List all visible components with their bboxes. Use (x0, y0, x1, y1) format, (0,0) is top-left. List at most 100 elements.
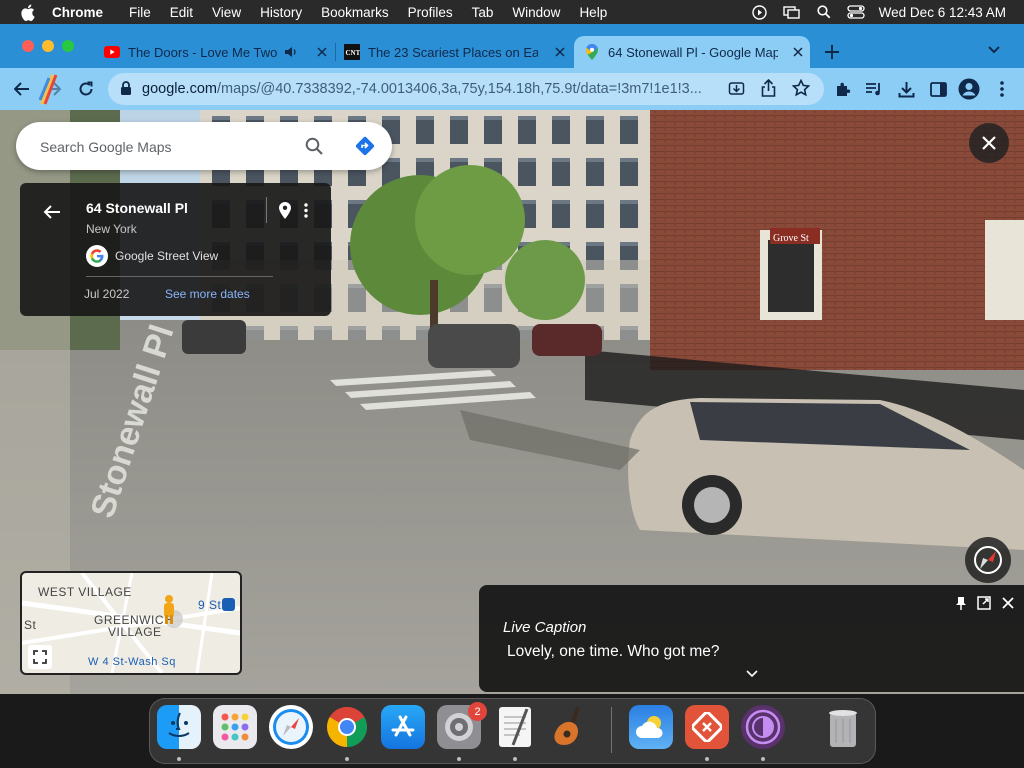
url-host: google.com (142, 81, 217, 97)
running-indicator (761, 757, 765, 761)
back-button[interactable] (11, 78, 33, 100)
audio-playing-icon[interactable] (284, 45, 298, 62)
tab-title: The Doors - Love Me Two Times (128, 44, 278, 60)
trash-icon[interactable] (821, 705, 865, 749)
profile-avatar-icon[interactable] (958, 78, 980, 100)
site-info-lock-icon[interactable] (120, 81, 132, 101)
directions-icon[interactable] (353, 134, 377, 158)
tab-title: 64 Stonewall Pl - Google Maps (608, 44, 778, 60)
play-status-icon[interactable] (751, 4, 769, 20)
new-tab-button[interactable] (818, 38, 846, 66)
expand-caption-icon[interactable] (976, 595, 992, 611)
running-indicator (705, 757, 709, 761)
menu-window[interactable]: Window (512, 5, 560, 20)
live-caption-text: Lovely, one time. Who got me? (507, 643, 720, 660)
textedit-icon[interactable] (493, 705, 537, 749)
tab-title: The 23 Scariest Places on Earth (368, 44, 538, 60)
extensions-puzzle-icon[interactable] (831, 78, 853, 100)
chrome-theme-brush-icon (38, 72, 60, 106)
dock-separator (611, 707, 612, 753)
close-caption-icon[interactable] (1000, 595, 1016, 611)
tab-close-icon[interactable] (314, 44, 330, 60)
screen-mirroring-icon[interactable] (783, 5, 801, 19)
tab-google-maps[interactable]: 64 Stonewall Pl - Google Maps (574, 36, 810, 68)
menu-app-name[interactable]: Chrome (52, 5, 103, 20)
side-panel-icon[interactable] (927, 78, 949, 100)
maps-search-box[interactable]: Search Google Maps (16, 122, 392, 170)
search-input[interactable]: Search Google Maps (40, 139, 172, 155)
tab-youtube[interactable]: The Doors - Love Me Two Times (96, 36, 334, 68)
running-indicator (345, 757, 349, 761)
map-label-west-village: WEST VILLAGE (38, 585, 132, 599)
menu-edit[interactable]: Edit (170, 5, 193, 20)
place-name: 64 Stonewall Pl (86, 200, 188, 216)
launchpad-icon[interactable] (213, 705, 257, 749)
pin-icon[interactable] (953, 595, 969, 611)
tab-cnt[interactable]: CNT The 23 Scariest Places on Earth (336, 36, 572, 68)
map-label-village: VILLAGE (108, 625, 162, 639)
google-g-icon (86, 245, 108, 267)
menu-bookmarks[interactable]: Bookmarks (321, 5, 389, 20)
more-options-icon[interactable] (298, 199, 314, 221)
menu-profiles[interactable]: Profiles (408, 5, 453, 20)
window-minimize-button[interactable] (42, 40, 54, 52)
mini-map[interactable]: WEST VILLAGE GREENWICH VILLAGE 9 St St W… (20, 571, 242, 675)
menubar-clock[interactable]: Wed Dec 6 12:43 AM (879, 5, 1006, 20)
install-app-icon[interactable] (728, 80, 745, 102)
menu-file[interactable]: File (129, 5, 151, 20)
microsoft-remote-desktop-icon[interactable] (685, 705, 729, 749)
window-close-button[interactable] (22, 40, 34, 52)
search-icon[interactable] (303, 135, 325, 157)
tab-close-icon[interactable] (552, 44, 568, 60)
place-city: New York (86, 222, 137, 236)
reload-button[interactable] (75, 78, 97, 100)
media-controls-icon[interactable] (863, 78, 885, 100)
weather-icon[interactable] (629, 705, 673, 749)
bookmark-star-icon[interactable] (791, 78, 811, 102)
close-street-view-button[interactable] (969, 123, 1009, 163)
street-view-info-card: 64 Stonewall Pl New York Google Street V… (20, 183, 331, 316)
chrome-menu-icon[interactable] (991, 78, 1013, 100)
tab-close-icon[interactable] (790, 44, 806, 60)
youtube-icon (104, 44, 120, 60)
address-url[interactable]: google.com/maps/@40.7338392,-74.0013406,… (142, 81, 722, 97)
app-store-icon[interactable] (381, 705, 425, 749)
window-zoom-button[interactable] (62, 40, 74, 52)
downloads-icon[interactable] (895, 78, 917, 100)
safari-icon[interactable] (269, 705, 313, 749)
expand-map-icon[interactable] (28, 645, 52, 669)
notification-badge: 2 (468, 702, 487, 721)
live-caption-panel: Live Caption Lovely, one time. Who got m… (479, 585, 1024, 692)
card-divider (86, 276, 273, 277)
share-icon[interactable] (761, 78, 776, 102)
menu-help[interactable]: Help (579, 5, 607, 20)
see-more-dates-link[interactable]: See more dates (165, 287, 250, 301)
menu-view[interactable]: View (212, 5, 241, 20)
garageband-icon[interactable] (549, 705, 593, 749)
menu-history[interactable]: History (260, 5, 302, 20)
capture-date: Jul 2022 (84, 287, 130, 301)
apple-menu-icon[interactable] (18, 3, 36, 21)
live-caption-title: Live Caption (503, 619, 587, 636)
spotlight-search-icon[interactable] (815, 5, 833, 19)
compass-icon[interactable] (965, 537, 1011, 583)
control-center-icon[interactable] (847, 5, 865, 19)
imagery-source: Google Street View (86, 245, 218, 267)
google-chrome-icon[interactable] (325, 705, 369, 749)
map-pin-icon[interactable] (276, 199, 294, 221)
pegman-icon[interactable] (162, 595, 176, 630)
menu-tab[interactable]: Tab (472, 5, 494, 20)
tab-search-chevron-icon[interactable] (984, 40, 1004, 60)
chevron-down-icon[interactable] (745, 667, 759, 681)
address-bar[interactable]: google.com/maps/@40.7338392,-74.0013406,… (108, 73, 824, 105)
map-label-st: St (24, 618, 37, 632)
map-label-w4-station: W 4 St-Wash Sq (88, 656, 176, 668)
finder-icon[interactable] (157, 705, 201, 749)
back-arrow-icon[interactable] (40, 200, 64, 224)
svg-text:CNT: CNT (346, 49, 361, 57)
cnt-icon: CNT (344, 44, 360, 60)
google-maps-icon (584, 44, 600, 60)
grove-st-sign: Grove St (773, 233, 809, 244)
tor-browser-icon[interactable] (741, 705, 785, 749)
running-indicator (177, 757, 181, 761)
